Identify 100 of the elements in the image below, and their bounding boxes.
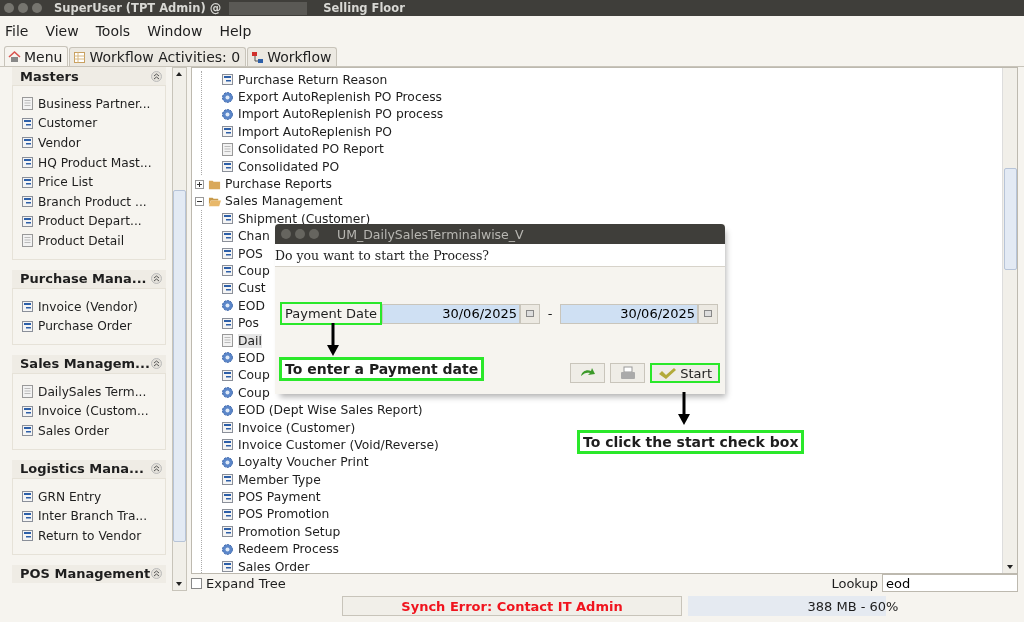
sidebar-item[interactable]: Branch Product ... xyxy=(38,194,147,209)
table-icon xyxy=(73,50,87,64)
tree-item[interactable]: Consolidated PO Report xyxy=(238,142,384,157)
sidebar-item[interactable]: Inter Branch Tra... xyxy=(38,509,148,524)
window-icon xyxy=(21,529,34,543)
tree-item[interactable]: Dail xyxy=(238,333,262,348)
window-icon xyxy=(221,507,234,521)
window-icon xyxy=(221,490,234,504)
date-field[interactable]: 30/06/2025 xyxy=(560,303,699,324)
sidebar-item[interactable]: Price List xyxy=(38,175,93,190)
tab[interactable]: Menu xyxy=(4,46,69,66)
tree-item[interactable]: Invoice Customer (Void/Reverse) xyxy=(238,437,439,452)
calendar-icon xyxy=(704,310,713,317)
sidebar-item[interactable]: Invoice (Vendor) xyxy=(38,299,138,314)
sidebar-item[interactable]: Customer xyxy=(38,116,98,131)
section-header[interactable]: Logistics Mana... xyxy=(12,459,166,478)
tab[interactable]: Workflow Activities: 0 xyxy=(69,47,247,66)
tree-item[interactable]: Coup xyxy=(238,385,270,400)
sidebar-item[interactable]: GRN Entry xyxy=(38,489,102,504)
section-header[interactable]: POS Management xyxy=(12,564,166,583)
gear-icon xyxy=(221,351,234,365)
section-header[interactable]: Sales Managem... xyxy=(12,354,166,373)
tab[interactable]: Workflow xyxy=(247,47,338,66)
expand-icon[interactable] xyxy=(195,179,204,189)
window-icon xyxy=(21,300,34,314)
minimize-icon[interactable] xyxy=(295,229,305,239)
window-icon xyxy=(21,404,34,418)
tree-item[interactable]: Coup xyxy=(238,368,270,383)
menu-item[interactable]: File xyxy=(5,23,29,39)
sidebar-item[interactable]: Vendor xyxy=(38,136,81,150)
menu-item[interactable]: View xyxy=(45,23,79,39)
tree-item[interactable]: Purchase Return Reason xyxy=(238,72,388,87)
sync-error-message[interactable]: Synch Error: Contact IT Admin xyxy=(342,596,682,616)
tree-item[interactable]: POS Payment xyxy=(238,490,321,505)
close-icon[interactable] xyxy=(281,229,291,239)
sidebar-item[interactable]: Business Partner... xyxy=(38,96,151,111)
tree-item[interactable]: Consolidated PO xyxy=(238,159,340,174)
sidebar-item[interactable]: DailySales Term... xyxy=(38,384,147,399)
sidebar-item[interactable]: Return to Vendor xyxy=(38,528,142,543)
sidebar-item[interactable]: Product Detail xyxy=(38,233,125,248)
tree-folder[interactable]: Purchase Reports xyxy=(225,177,332,192)
menu-item[interactable]: Window xyxy=(147,23,203,39)
close-icon[interactable] xyxy=(4,3,14,13)
sidebar-item[interactable]: Sales Order xyxy=(38,423,109,438)
calendar-button[interactable] xyxy=(698,303,719,324)
print-button[interactable] xyxy=(610,363,646,383)
tree-item[interactable]: Coup xyxy=(238,264,270,278)
lookup-label: Lookup xyxy=(831,575,878,591)
tree-item[interactable]: Loyalty Voucher Print xyxy=(238,455,369,470)
window-icon xyxy=(221,247,234,261)
gear-icon xyxy=(221,542,234,556)
tree-item[interactable]: EOD xyxy=(238,298,265,313)
window-icon xyxy=(221,281,234,295)
window-icon xyxy=(221,264,234,278)
section-header[interactable]: Masters xyxy=(12,67,166,85)
tree-item[interactable]: Member Type xyxy=(238,472,321,487)
sidebar-item[interactable]: Product Depart... xyxy=(38,214,142,229)
maximize-icon[interactable] xyxy=(309,229,319,239)
tree-item[interactable]: Invoice (Customer) xyxy=(238,420,356,435)
minimize-icon[interactable] xyxy=(18,3,28,13)
window-icon xyxy=(21,214,34,228)
tree-item[interactable]: Import AutoReplenish PO xyxy=(238,124,393,139)
sidebar-item[interactable]: Purchase Order xyxy=(38,319,132,334)
menu-item[interactable]: Tools xyxy=(95,23,131,39)
calendar-button[interactable] xyxy=(520,303,541,324)
tree-folder[interactable]: Sales Management xyxy=(225,194,343,209)
scroll-thumb[interactable] xyxy=(172,190,186,542)
tree-item[interactable]: POS xyxy=(238,246,263,261)
lookup-field[interactable]: eod xyxy=(882,574,1018,592)
scrollbar[interactable] xyxy=(171,67,187,591)
tree-item[interactable]: POS Promotion xyxy=(238,507,330,522)
tree-item[interactable]: Redeem Process xyxy=(238,542,340,557)
tree-item[interactable]: Pos xyxy=(238,316,259,331)
menu-item[interactable]: Help xyxy=(219,23,252,39)
tree-item[interactable]: Import AutoReplenish PO process xyxy=(238,107,444,122)
checkbox[interactable] xyxy=(191,577,202,589)
date-field[interactable]: 30/06/2025 xyxy=(382,303,521,324)
tree-item[interactable]: Shipment (Customer) xyxy=(238,211,371,226)
tree-item[interactable]: EOD xyxy=(238,350,265,365)
maximize-icon[interactable] xyxy=(32,3,42,13)
tree-item[interactable]: Chan xyxy=(238,229,270,244)
gear-icon xyxy=(221,455,234,469)
redo-button[interactable] xyxy=(570,363,606,383)
tree-item[interactable]: Cust xyxy=(238,281,266,296)
tree-item[interactable]: Export AutoReplenish PO Process xyxy=(238,90,443,105)
sidebar-item[interactable]: Invoice (Custom... xyxy=(38,404,149,419)
scroll-thumb[interactable] xyxy=(1003,168,1017,270)
start-button[interactable]: Start xyxy=(650,363,720,383)
scrollbar[interactable] xyxy=(1002,68,1017,573)
section-header[interactable]: Purchase Mana... xyxy=(12,269,166,288)
dialog-title: UM_DailySalesTerminalwise_V xyxy=(337,226,524,242)
workflow-icon xyxy=(251,50,265,64)
checkbox-label[interactable]: Expand Tree xyxy=(206,575,286,591)
tree-item[interactable]: EOD (Dept Wise Sales Report) xyxy=(238,403,423,418)
window-icon xyxy=(21,424,34,438)
collapse-icon[interactable] xyxy=(195,196,204,206)
document-icon xyxy=(221,334,234,348)
tree-item[interactable]: Sales Order xyxy=(238,559,310,573)
sidebar-item[interactable]: HQ Product Mast... xyxy=(38,155,152,170)
tree-item[interactable]: Promotion Setup xyxy=(238,524,341,539)
